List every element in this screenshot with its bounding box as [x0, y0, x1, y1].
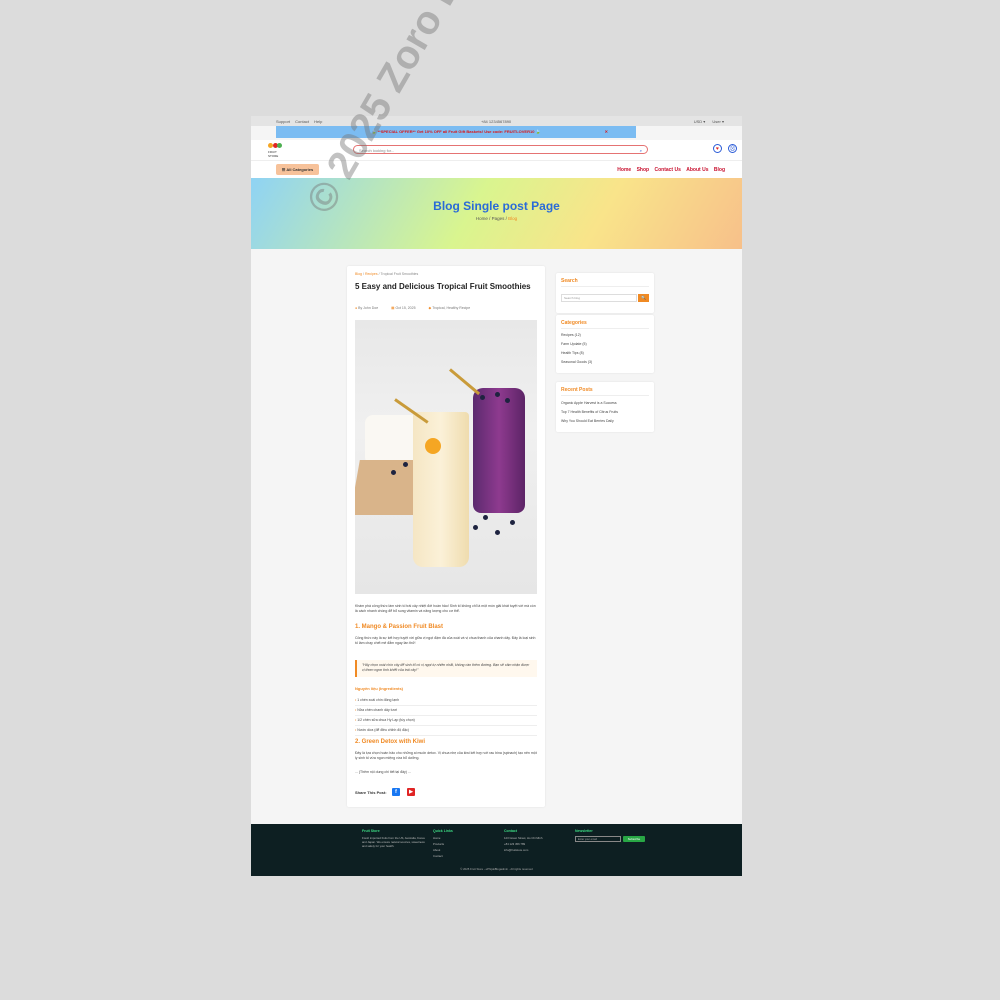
main-nav: ☰ All Categories Home Shop Contact Us Ab… [251, 160, 742, 179]
top-bar: Support Contact Help +84 1234567890 USD … [251, 116, 742, 126]
article-breadcrumb: Blog / Recipes / Tropical Fruit Smoothie… [355, 272, 419, 276]
article-meta: ●By John Doe ▦Oct 15, 2025 ◆Tropical, He… [355, 306, 482, 310]
footer-contact-title: Contact [504, 829, 518, 833]
sidebar-search-button[interactable]: 🔍 [638, 294, 649, 302]
footer-link-contact[interactable]: Contact [433, 854, 498, 858]
copyright: © 2025 Fruit Store - ePhijokBlogadmin - … [460, 867, 533, 871]
date: Oct 15, 2025 [395, 306, 416, 310]
breadcrumb-current: Blog [508, 216, 518, 221]
share-label: Share This Post: [355, 790, 387, 795]
recent-post-item[interactable]: Why You Should Eat Berries Daily [561, 419, 614, 423]
categories-title: Categories [561, 320, 587, 326]
footer-links: Quick Links Home Products About Contact [433, 829, 498, 860]
sidebar-search-title: Search [561, 278, 578, 284]
search-placeholder: Search looking for... [359, 148, 395, 153]
contact-link[interactable]: Contact [295, 119, 309, 124]
breadcrumb: Home / Pages / Blog [251, 216, 742, 221]
facebook-icon[interactable]: f [392, 788, 400, 796]
support-link[interactable]: Support [276, 119, 290, 124]
sidebar-categories: Categories Recipes (12) Farm Update (5) … [556, 315, 654, 373]
article-intro: Khám phá công thức làm sinh tố trái cây … [355, 604, 536, 613]
footer-link-products[interactable]: Products [433, 842, 498, 846]
footer-link-home[interactable]: Home [433, 836, 498, 840]
more-text: ... (Thêm nội dung chi tiết tại đây) ... [355, 770, 411, 774]
page-title: Blog Single post Page [433, 199, 560, 213]
logo[interactable]: FRUIT STORE [268, 143, 282, 158]
search-icon[interactable]: ⌕ [640, 146, 642, 155]
youtube-icon[interactable]: ▶ [407, 788, 415, 796]
recent-post-item[interactable]: Organic Apple Harvest is a Success [561, 401, 617, 405]
breadcrumb-pages[interactable]: Pages / [492, 216, 507, 221]
section2-text: Đây là lựa chọn hoàn hảo cho những ai mu… [355, 751, 537, 760]
quote-block: "Hãy chọn xoài chín cây để sinh tố có vị… [355, 660, 537, 677]
article-breadcrumb-post: Tropical Fruit Smoothies [380, 272, 419, 276]
nav-item-contact[interactable]: Contact Us [654, 167, 680, 173]
category-item[interactable]: Health Tips (8) [561, 351, 584, 355]
section1-title: 1. Mango & Passion Fruit Blast [355, 624, 444, 630]
article-breadcrumb-recipes[interactable]: Recipes [365, 272, 378, 276]
currency-dropdown[interactable]: USD ▾ [694, 119, 706, 124]
list-item: 1/2 chén sữa chua Hy Lạp (tùy chọn) [355, 716, 537, 726]
tags: Tropical, Healthy Recipe [432, 306, 471, 310]
page: Support Contact Help +84 1234567890 USD … [251, 116, 742, 876]
footer-link-about[interactable]: About [433, 848, 498, 852]
user-icon: ● [355, 306, 358, 310]
heart-icon[interactable]: ♥ [713, 144, 722, 153]
footer-address: 123 Green Street, Ho Chi Minh [504, 836, 543, 840]
footer-email[interactable]: info@fruitstore.com [504, 848, 569, 852]
sidebar-search: Search Search blog 🔍 [556, 273, 654, 313]
logo-text: FRUIT STORE [268, 150, 279, 158]
category-item[interactable]: Seasonal Goods (3) [561, 360, 592, 364]
article-title: 5 Easy and Delicious Tropical Fruit Smoo… [355, 282, 531, 291]
cart-icon[interactable]: ⛒ [728, 144, 737, 153]
offer-text: 🍃 **SPECIAL OFFER** Get 10% OFF all Frui… [371, 129, 541, 134]
user-dropdown[interactable]: User ▾ [712, 119, 724, 124]
list-item: Nửa chén chanh dây tươi [355, 706, 537, 716]
footer-phone: +84 123 456 789 [504, 842, 526, 846]
recent-post-item[interactable]: Top 7 Health Benefits of Citrus Fruits [561, 410, 618, 414]
section1-text: Công thức này là sự kết hợp tuyệt vời gi… [355, 636, 536, 645]
footer-newsletter: Newsletter Enter your email Subscribe [575, 829, 665, 854]
footer-about: Fruit Store Fresh imported fruits from t… [362, 829, 427, 848]
article-breadcrumb-blog[interactable]: Blog [355, 272, 362, 276]
ingredients-list: 1 chén xoài chín đông lạnh Nửa chén chan… [355, 696, 537, 736]
article-card: Blog / Recipes / Tropical Fruit Smoothie… [347, 266, 545, 807]
footer-about-text: Fresh imported fruits from the US, Austr… [362, 836, 425, 848]
newsletter-email-input[interactable]: Enter your email [575, 836, 621, 842]
section2-title: 2. Green Detox with Kiwi [355, 739, 426, 745]
list-item: 1 chén xoài chín đông lạnh [355, 696, 537, 706]
tag-icon: ◆ [428, 306, 432, 310]
sidebar-recent-posts: Recent Posts Organic Apple Harvest is a … [556, 382, 654, 432]
header: FRUIT STORE Search looking for... ⌕ ♥ ⛒ [251, 140, 742, 160]
category-item[interactable]: Recipes (12) [561, 333, 581, 337]
nav-item-blog[interactable]: Blog [714, 167, 725, 173]
calendar-icon: ▦ [391, 306, 395, 310]
search-input[interactable]: Search looking for... ⌕ [353, 145, 648, 154]
recent-posts-title: Recent Posts [561, 387, 593, 393]
footer-links-title: Quick Links [433, 829, 453, 833]
close-icon[interactable]: ✕ [605, 126, 608, 138]
all-categories-button[interactable]: ☰ All Categories [276, 164, 319, 175]
author: By John Doe [358, 306, 379, 310]
help-link[interactable]: Help [314, 119, 322, 124]
offer-banner: 🍃 **SPECIAL OFFER** Get 10% OFF all Frui… [276, 126, 636, 138]
nav-item-about[interactable]: About Us [686, 167, 708, 173]
nav-item-shop[interactable]: Shop [637, 167, 650, 173]
footer: Fruit Store Fresh imported fruits from t… [251, 824, 742, 876]
subscribe-button[interactable]: Subscribe [623, 836, 645, 842]
category-item[interactable]: Farm Update (5) [561, 342, 587, 346]
hero-banner: Blog Single post Page Home / Pages / Blo… [251, 178, 742, 249]
footer-newsletter-title: Newsletter [575, 829, 593, 833]
phone-number: +84 1234567890 [481, 119, 512, 124]
footer-contact: Contact 123 Green Street, Ho Chi Minh +8… [504, 829, 569, 854]
sidebar-search-input[interactable]: Search blog [561, 294, 637, 302]
list-item: Nước dừa (để điều chỉnh độ đặc) [355, 726, 537, 736]
ingredients-title: Nguyên liệu (Ingredients) [355, 686, 404, 691]
breadcrumb-home[interactable]: Home / [476, 216, 491, 221]
nav-item-home[interactable]: Home [617, 167, 631, 173]
smoothie-photo [355, 320, 537, 594]
footer-about-title: Fruit Store [362, 829, 380, 833]
